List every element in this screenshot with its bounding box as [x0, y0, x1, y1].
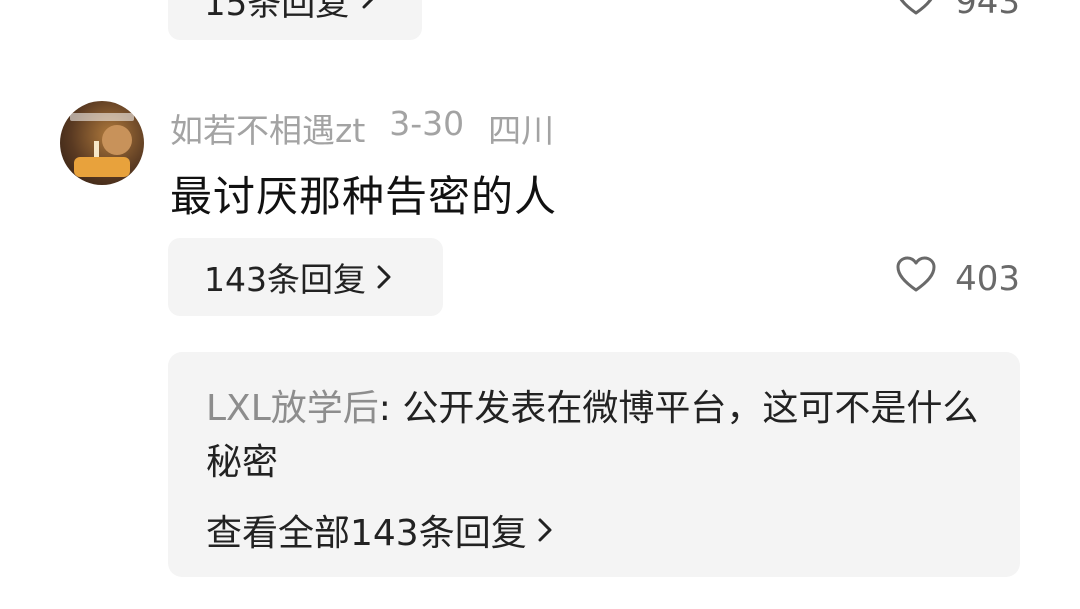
- username[interactable]: 如若不相遇zt: [170, 104, 365, 152]
- like-count: 403: [955, 258, 1020, 299]
- comment-section: 15条回复 943 如若不相遇zt 3-30 四川 最讨厌那种告密的人 143条…: [0, 0, 1080, 609]
- comment-location: 四川: [488, 111, 555, 150]
- comment-date: 3-30: [389, 104, 465, 143]
- reply-separator: :: [378, 388, 403, 429]
- prev-replies-button[interactable]: 15条回复: [168, 0, 422, 40]
- chevron-right-icon: [361, 0, 377, 18]
- reply-author[interactable]: LXL放学后: [206, 388, 379, 429]
- heart-icon: [895, 0, 955, 25]
- comment-text: 最讨厌那种告密的人: [170, 172, 558, 221]
- replies-label: 143条回复: [204, 260, 366, 299]
- replies-button[interactable]: 143条回复: [168, 238, 443, 316]
- heart-icon: [895, 255, 955, 302]
- reply-preview: LXL放学后: 公开发表在微博平台，这可不是什么秘密: [206, 382, 986, 490]
- view-all-replies-link[interactable]: 查看全部143条回复: [206, 504, 553, 556]
- avatar[interactable]: [60, 101, 144, 185]
- reply-preview-box[interactable]: LXL放学后: 公开发表在微博平台，这可不是什么秘密 查看全部143条回复: [168, 352, 1020, 577]
- like-button[interactable]: 403: [895, 255, 1020, 302]
- chevron-right-icon: [376, 264, 392, 290]
- prev-like-count: 943: [955, 0, 1020, 22]
- prev-like-button[interactable]: 943: [895, 0, 1020, 25]
- view-all-label: 查看全部143条回复: [206, 513, 527, 554]
- prev-replies-label: 15条回复: [204, 0, 350, 24]
- chevron-right-icon: [537, 516, 553, 544]
- comment-meta: 如若不相遇zt 3-30 四川: [170, 104, 554, 152]
